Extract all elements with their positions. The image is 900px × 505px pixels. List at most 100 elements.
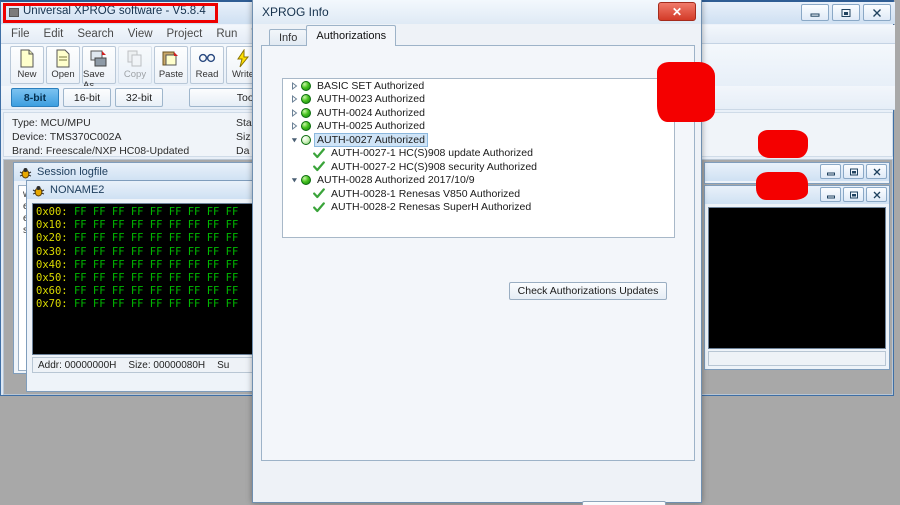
chevron-right-icon[interactable] (290, 122, 299, 131)
hex-row: 0x00: FF FF FF FF FF FF FF FF FF (36, 206, 267, 219)
toolbar-new-label: New (17, 69, 37, 80)
tree-row-label: AUTH-0028-1 Renesas V850 Authorized (331, 187, 521, 200)
authorizations-tree[interactable]: BASIC SET Authorized AUTH-0023 Authorize… (282, 78, 675, 238)
chevron-right-icon[interactable] (290, 81, 299, 90)
close-icon[interactable] (866, 164, 887, 179)
menu-edit[interactable]: Edit (44, 28, 64, 40)
close-icon[interactable] (863, 4, 891, 21)
green-check-icon (313, 202, 325, 213)
bit-button-16bit[interactable]: 16-bit (63, 88, 111, 107)
tree-row-label: BASIC SET Authorized (317, 79, 425, 92)
redaction-mark (758, 130, 808, 158)
hex-bytes: FF FF FF FF FF FF FF FF FF (73, 232, 239, 245)
hex-offset: 0x50: (36, 272, 68, 285)
hex-bytes: FF FF FF FF FF FF FF FF FF (73, 258, 239, 271)
minimize-icon[interactable] (801, 4, 829, 21)
green-sphere-icon (301, 94, 311, 105)
menu-project[interactable]: Project (167, 28, 203, 40)
paste-icon (161, 49, 181, 68)
status-extra: Su (217, 359, 230, 371)
chevron-down-icon[interactable] (290, 176, 299, 185)
chevron-right-icon[interactable] (290, 95, 299, 104)
tree-row-label: AUTH-0027-1 HC(S)908 update Authorized (331, 147, 533, 160)
tree-row[interactable]: AUTH-0023 Authorized (283, 93, 674, 107)
background-mdi-window-b[interactable] (704, 185, 890, 370)
green-sphere-icon (301, 107, 311, 118)
toolbar-paste-label: Paste (158, 69, 184, 80)
hex-row: 0x60: FF FF FF FF FF FF FF FF FF (36, 285, 267, 298)
info-type: Type: MCU/MPU (12, 117, 91, 129)
hex-offset: 0x00: (36, 206, 68, 218)
tab-authorizations[interactable]: Authorizations (306, 25, 397, 46)
tree-row-selected[interactable]: AUTH-0027 Authorized (283, 132, 674, 147)
toolbar-write-label: Write (232, 69, 254, 80)
dialog-title: XPROG Info (262, 5, 329, 19)
maximize-icon[interactable] (843, 187, 864, 202)
tab-info[interactable]: Info (269, 29, 308, 46)
tree-row-label: AUTH-0028-2 Renesas SuperH Authorized (331, 201, 532, 214)
tree-row[interactable]: AUTH-0028-1 Renesas V850 Authorized (283, 187, 674, 201)
hex-row: 0x30: FF FF FF FF FF FF FF FF FF (36, 246, 267, 259)
hex-offset: 0x10: (36, 219, 68, 232)
tree-row-label: AUTH-0028 Authorized 2017/10/9 (317, 174, 475, 187)
chevron-down-icon[interactable] (290, 135, 299, 144)
copy-icon (125, 49, 145, 68)
toolbar-copy-button[interactable]: Copy (118, 46, 152, 84)
toolbar-saveas-button[interactable]: Save As (82, 46, 116, 91)
mdi-controls-b (820, 187, 887, 202)
chevron-right-icon[interactable] (290, 108, 299, 117)
save-as-icon (89, 49, 109, 68)
menu-run[interactable]: Run (216, 28, 237, 40)
menu-view[interactable]: View (128, 28, 153, 40)
info-device: Device: TMS370C002A (12, 131, 122, 143)
dialog-close-button[interactable]: Close (582, 501, 666, 505)
hex-editor-titlebar: NONAME2 (27, 181, 271, 199)
close-icon[interactable]: ✕ (658, 2, 696, 21)
dialog-tabstrip: Info Authorizations (269, 25, 397, 46)
hex-row: 0x70: FF FF FF FF FF FF FF FF FF (36, 298, 267, 311)
tree-row[interactable]: AUTH-0025 Authorized (283, 120, 674, 134)
redaction-mark (657, 62, 715, 122)
hex-editor-window[interactable]: NONAME2 0x00: FF FF FF FF FF FF FF FF FF… (26, 180, 272, 392)
hex-dump-grid[interactable]: 0x00: FF FF FF FF FF FF FF FF FF 0x10: F… (32, 203, 268, 355)
green-check-icon (313, 161, 325, 172)
minimize-icon[interactable] (820, 187, 841, 202)
hex-row: 0x20: FF FF FF FF FF FF FF FF FF (36, 232, 267, 245)
close-icon[interactable] (866, 187, 887, 202)
hex-row: 0x50: FF FF FF FF FF FF FF FF FF (36, 272, 267, 285)
tree-row[interactable]: AUTH-0027-2 HC(S)908 security Authorized (283, 160, 674, 174)
maximize-icon[interactable] (843, 164, 864, 179)
toolbar-read-button[interactable]: Read (190, 46, 224, 84)
hex-offset: 0x40: (36, 258, 68, 271)
status-addr: Addr: 00000000H (38, 359, 117, 371)
tree-row-label: AUTH-0027 Authorized (314, 132, 428, 147)
toolbar-paste-button[interactable]: Paste (154, 46, 188, 84)
hex-row: 0x10: FF FF FF FF FF FF FF FF FF (36, 219, 267, 232)
maximize-icon[interactable] (832, 4, 860, 21)
menu-search[interactable]: Search (77, 28, 113, 40)
tree-row[interactable]: AUTH-0027-1 HC(S)908 update Authorized (283, 147, 674, 161)
bit-button-8bit[interactable]: 8-bit (11, 88, 59, 107)
green-sphere-icon (301, 80, 311, 91)
tree-row[interactable]: BASIC SET Authorized (283, 79, 674, 93)
hex-offset: 0x20: (36, 232, 68, 245)
tree-row[interactable]: AUTH-0024 Authorized (283, 106, 674, 120)
menu-file[interactable]: File (11, 28, 30, 40)
toolbar-open-button[interactable]: Open (46, 46, 80, 84)
window-controls (801, 4, 891, 21)
bit-button-32bit[interactable]: 32-bit (115, 88, 163, 107)
hex-offset: 0x30: (36, 245, 68, 258)
green-sphere-icon (301, 134, 311, 145)
toolbar-new-button[interactable]: New (10, 46, 44, 84)
tree-row-label: AUTH-0023 Authorized (317, 93, 425, 106)
toolbar-open-label: Open (51, 69, 75, 80)
tree-row[interactable]: AUTH-0028 Authorized 2017/10/9 (283, 174, 674, 188)
green-check-icon (313, 188, 325, 199)
tree-row-label: AUTH-0024 Authorized (317, 106, 425, 119)
check-authorizations-updates-button[interactable]: Check Authorizations Updates (509, 282, 667, 300)
tree-row[interactable]: AUTH-0028-2 Renesas SuperH Authorized (283, 201, 674, 215)
green-sphere-icon (301, 121, 311, 132)
minimize-icon[interactable] (820, 164, 841, 179)
hex-editor-title: NONAME2 (50, 184, 105, 196)
status-size: Size: 00000080H (128, 359, 206, 371)
